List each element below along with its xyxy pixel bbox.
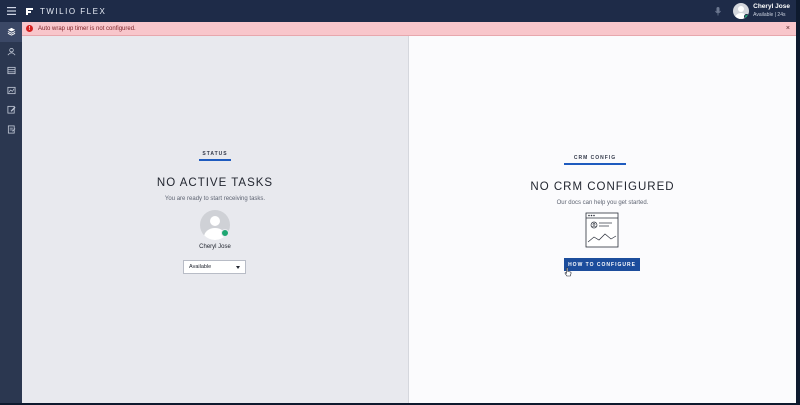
no-active-tasks-title: NO ACTIVE TASKS	[156, 177, 274, 189]
hamburger-icon[interactable]	[0, 0, 22, 22]
docs-subtitle: Our docs can help you get started.	[556, 200, 649, 206]
agents-icon	[7, 47, 15, 56]
user-name: Cheryl Jose	[753, 3, 790, 11]
sidebar-item-agents[interactable]	[0, 42, 22, 62]
hand-cursor-icon	[564, 267, 572, 277]
activity-select-value: Available	[189, 264, 212, 270]
status-tag-label: STATUS	[202, 151, 228, 157]
sidebar	[0, 22, 22, 403]
error-icon: !	[26, 25, 33, 32]
close-icon[interactable]: ×	[786, 24, 790, 34]
activity-select[interactable]: Available	[183, 260, 246, 274]
avatar[interactable]	[733, 3, 750, 19]
sidebar-item-tasks[interactable]	[0, 22, 22, 42]
sidebar-item-queues[interactable]	[0, 61, 22, 81]
crm-panel: CRM CONFIG NO CRM CONFIGURED Our docs ca…	[408, 36, 796, 403]
no-crm-title: NO CRM CONFIGURED	[530, 181, 675, 193]
status-tag: STATUS	[199, 151, 231, 161]
notes-icon	[7, 125, 15, 134]
queues-icon	[6, 67, 16, 75]
flex-window: TWILIO FLEX Cheryl Jose Available | 24s	[0, 0, 796, 403]
sidebar-item-analytics[interactable]	[0, 81, 22, 101]
crm-browser-icon	[585, 212, 619, 248]
user-area: Cheryl Jose Available | 24s	[711, 0, 796, 22]
available-status-dot	[744, 14, 750, 19]
alert-message: Auto wrap up timer is not configured.	[38, 25, 136, 32]
brand-name: TWILIO FLEX	[40, 6, 107, 16]
layers-icon	[7, 28, 15, 36]
ready-subtitle: You are ready to start receiving tasks.	[164, 196, 266, 202]
error-alert: ! Auto wrap up timer is not configured. …	[22, 22, 796, 36]
top-bar: TWILIO FLEX Cheryl Jose Available | 24s	[0, 0, 796, 22]
sidebar-item-notes[interactable]	[0, 120, 22, 140]
agent-name: Cheryl Jose	[199, 244, 231, 250]
microphone-icon[interactable]	[711, 4, 725, 18]
crm-config-tag-label: CRM CONFIG	[573, 155, 617, 161]
edit-icon	[6, 106, 16, 114]
analytics-icon	[6, 86, 16, 94]
user-info[interactable]: Cheryl Jose Available | 24s	[753, 4, 790, 18]
crm-config-tag: CRM CONFIG	[564, 155, 626, 165]
flex-logo-icon	[25, 7, 34, 16]
chevron-down-icon	[236, 266, 240, 269]
sidebar-item-edit[interactable]	[0, 100, 22, 120]
available-status-dot	[221, 229, 229, 237]
how-to-configure-button[interactable]: HOW TO CONFIGURE	[564, 258, 640, 271]
user-status: Available | 24s	[753, 11, 786, 18]
status-panel: STATUS NO ACTIVE TASKS You are ready to …	[22, 36, 408, 403]
